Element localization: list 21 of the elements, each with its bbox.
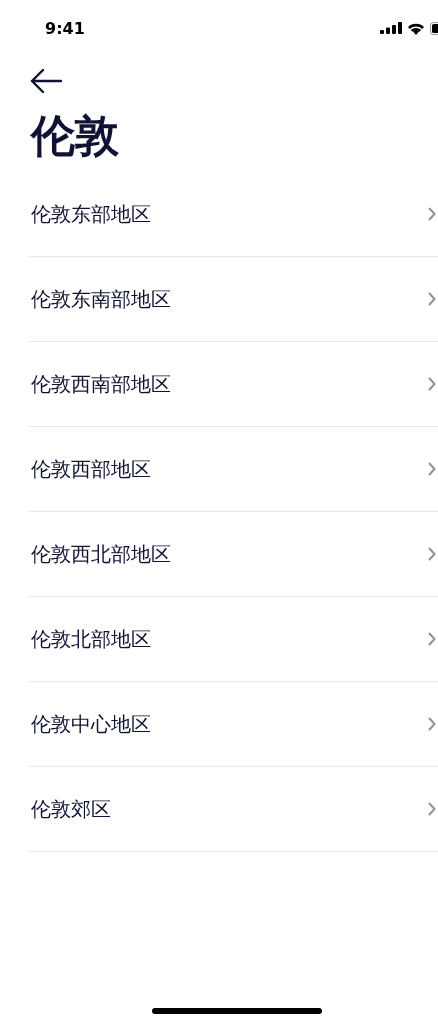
wifi-icon [407,21,425,35]
back-button[interactable] [30,68,62,94]
region-list-item[interactable]: 伦敦东南部地区 [28,257,438,342]
region-list-item[interactable]: 伦敦东部地区 [28,172,438,257]
chevron-right-icon [428,207,436,221]
chevron-right-icon [428,632,436,646]
chevron-right-icon [428,462,436,476]
chevron-right-icon [428,292,436,306]
chevron-right-icon [428,717,436,731]
page-title: 伦敦 [31,109,120,163]
region-list-item[interactable]: 伦敦西北部地区 [28,512,438,597]
chevron-right-icon [428,547,436,561]
signal-icon [380,22,402,34]
region-list-item[interactable]: 伦敦北部地区 [28,597,438,682]
region-list-item[interactable]: 伦敦中心地区 [28,682,438,767]
region-list-item[interactable]: 伦敦西部地区 [28,427,438,512]
chevron-right-icon [428,377,436,391]
chevron-right-icon [428,802,436,816]
status-time: 9:41 [45,18,85,38]
region-list-item[interactable]: 伦敦西南部地区 [28,342,438,427]
region-list-item[interactable]: 伦敦郊区 [28,767,438,852]
